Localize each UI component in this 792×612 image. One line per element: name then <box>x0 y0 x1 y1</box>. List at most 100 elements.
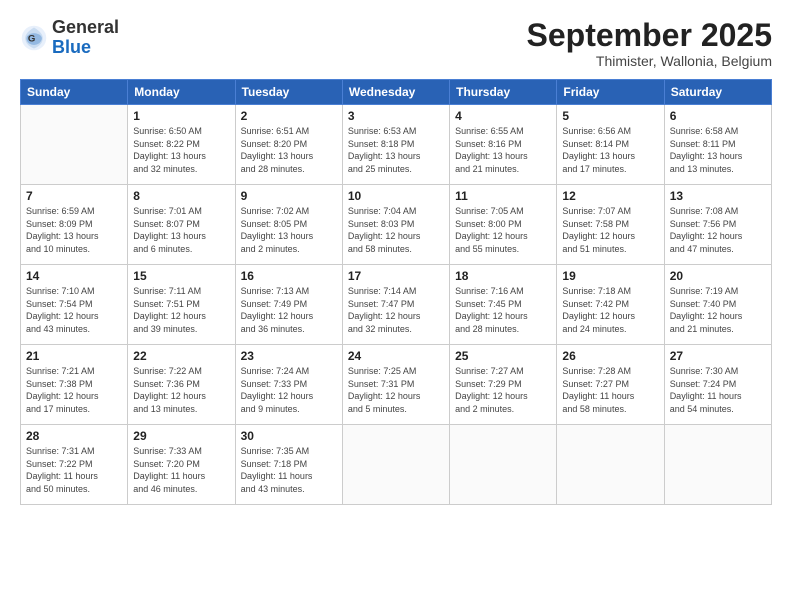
day-number: 3 <box>348 109 444 123</box>
calendar-cell: 23Sunrise: 7:24 AM Sunset: 7:33 PM Dayli… <box>235 345 342 425</box>
day-number: 17 <box>348 269 444 283</box>
calendar-cell <box>450 425 557 505</box>
day-info: Sunrise: 7:14 AM Sunset: 7:47 PM Dayligh… <box>348 285 444 335</box>
calendar-week-row: 14 Sunrise: 7:10 AM Sunset: 7:54 PM Dayli… <box>21 265 772 345</box>
calendar-cell <box>21 105 128 185</box>
calendar-cell: 24Sunrise: 7:25 AM Sunset: 7:31 PM Dayli… <box>342 345 449 425</box>
calendar-cell: 26Sunrise: 7:28 AM Sunset: 7:27 PM Dayli… <box>557 345 664 425</box>
day-info: Sunrise: 6:55 AM Sunset: 8:16 PM Dayligh… <box>455 125 551 175</box>
calendar-cell: 11 Sunrise: 7:05 AM Sunset: 8:00 PM Dayli… <box>450 185 557 265</box>
day-info: Sunrise: 7:27 AM Sunset: 7:29 PM Dayligh… <box>455 365 551 415</box>
calendar-cell: 3Sunrise: 6:53 AM Sunset: 8:18 PM Daylig… <box>342 105 449 185</box>
calendar-cell: 20 Sunrise: 7:19 AM Sunset: 7:40 PM Dayli… <box>664 265 771 345</box>
col-header-tuesday: Tuesday <box>235 80 342 105</box>
day-info: Sunrise: 7:04 AM Sunset: 8:03 PM Dayligh… <box>348 205 444 255</box>
day-number: 16 <box>241 269 337 283</box>
day-number: 18 <box>455 269 551 283</box>
calendar-cell: 1 Sunrise: 6:50 AM Sunset: 8:22 PM Daylig… <box>128 105 235 185</box>
page-header: G General Blue September 2025 Thimister,… <box>20 18 772 69</box>
calendar-cell: 10Sunrise: 7:04 AM Sunset: 8:03 PM Dayli… <box>342 185 449 265</box>
day-info: Sunrise: 7:30 AM Sunset: 7:24 PM Dayligh… <box>670 365 766 415</box>
calendar-cell <box>557 425 664 505</box>
calendar-cell: 30 Sunrise: 7:35 AM Sunset: 7:18 PM Dayli… <box>235 425 342 505</box>
calendar-cell: 5 Sunrise: 6:56 AM Sunset: 8:14 PM Daylig… <box>557 105 664 185</box>
calendar-cell: 13Sunrise: 7:08 AM Sunset: 7:56 PM Dayli… <box>664 185 771 265</box>
day-info: Sunrise: 7:01 AM Sunset: 8:07 PM Dayligh… <box>133 205 229 255</box>
day-number: 27 <box>670 349 766 363</box>
col-header-friday: Friday <box>557 80 664 105</box>
day-info: Sunrise: 6:50 AM Sunset: 8:22 PM Dayligh… <box>133 125 229 175</box>
day-info: Sunrise: 7:31 AM Sunset: 7:22 PM Dayligh… <box>26 445 122 495</box>
day-number: 6 <box>670 109 766 123</box>
calendar-cell: 4Sunrise: 6:55 AM Sunset: 8:16 PM Daylig… <box>450 105 557 185</box>
day-info: Sunrise: 7:02 AM Sunset: 8:05 PM Dayligh… <box>241 205 337 255</box>
calendar-cell: 29 Sunrise: 7:33 AM Sunset: 7:20 PM Dayli… <box>128 425 235 505</box>
day-number: 11 <box>455 189 551 203</box>
day-number: 20 <box>670 269 766 283</box>
day-number: 29 <box>133 429 229 443</box>
day-number: 15 <box>133 269 229 283</box>
title-block: September 2025 Thimister, Wallonia, Belg… <box>527 18 772 69</box>
day-number: 8 <box>133 189 229 203</box>
day-info: Sunrise: 7:24 AM Sunset: 7:33 PM Dayligh… <box>241 365 337 415</box>
calendar-cell: 9 Sunrise: 7:02 AM Sunset: 8:05 PM Daylig… <box>235 185 342 265</box>
calendar-cell: 16 Sunrise: 7:13 AM Sunset: 7:49 PM Dayli… <box>235 265 342 345</box>
day-info: Sunrise: 7:10 AM Sunset: 7:54 PM Dayligh… <box>26 285 122 335</box>
day-number: 25 <box>455 349 551 363</box>
day-info: Sunrise: 6:56 AM Sunset: 8:14 PM Dayligh… <box>562 125 658 175</box>
day-info: Sunrise: 7:05 AM Sunset: 8:00 PM Dayligh… <box>455 205 551 255</box>
day-number: 28 <box>26 429 122 443</box>
calendar-cell: 8 Sunrise: 7:01 AM Sunset: 8:07 PM Daylig… <box>128 185 235 265</box>
day-info: Sunrise: 7:33 AM Sunset: 7:20 PM Dayligh… <box>133 445 229 495</box>
day-number: 9 <box>241 189 337 203</box>
calendar-cell: 7Sunrise: 6:59 AM Sunset: 8:09 PM Daylig… <box>21 185 128 265</box>
calendar-cell: 21 Sunrise: 7:21 AM Sunset: 7:38 PM Dayli… <box>21 345 128 425</box>
calendar-cell: 19Sunrise: 7:18 AM Sunset: 7:42 PM Dayli… <box>557 265 664 345</box>
logo-icon: G <box>20 24 48 52</box>
month-title: September 2025 <box>527 18 772 53</box>
day-info: Sunrise: 6:58 AM Sunset: 8:11 PM Dayligh… <box>670 125 766 175</box>
calendar-cell: 15 Sunrise: 7:11 AM Sunset: 7:51 PM Dayli… <box>128 265 235 345</box>
day-number: 2 <box>241 109 337 123</box>
day-number: 21 <box>26 349 122 363</box>
day-info: Sunrise: 6:59 AM Sunset: 8:09 PM Dayligh… <box>26 205 122 255</box>
day-info: Sunrise: 6:51 AM Sunset: 8:20 PM Dayligh… <box>241 125 337 175</box>
svg-text:G: G <box>28 33 35 44</box>
day-number: 30 <box>241 429 337 443</box>
day-info: Sunrise: 7:08 AM Sunset: 7:56 PM Dayligh… <box>670 205 766 255</box>
calendar-cell: 28 Sunrise: 7:31 AM Sunset: 7:22 PM Dayli… <box>21 425 128 505</box>
day-number: 26 <box>562 349 658 363</box>
calendar-cell: 12Sunrise: 7:07 AM Sunset: 7:58 PM Dayli… <box>557 185 664 265</box>
day-info: Sunrise: 7:16 AM Sunset: 7:45 PM Dayligh… <box>455 285 551 335</box>
day-number: 14 <box>26 269 122 283</box>
col-header-saturday: Saturday <box>664 80 771 105</box>
day-number: 22 <box>133 349 229 363</box>
day-info: Sunrise: 7:22 AM Sunset: 7:36 PM Dayligh… <box>133 365 229 415</box>
calendar-cell <box>342 425 449 505</box>
logo-general-text: General <box>52 17 119 37</box>
col-header-wednesday: Wednesday <box>342 80 449 105</box>
calendar-week-row: 28 Sunrise: 7:31 AM Sunset: 7:22 PM Dayli… <box>21 425 772 505</box>
day-info: Sunrise: 7:13 AM Sunset: 7:49 PM Dayligh… <box>241 285 337 335</box>
day-info: Sunrise: 7:11 AM Sunset: 7:51 PM Dayligh… <box>133 285 229 335</box>
day-info: Sunrise: 7:07 AM Sunset: 7:58 PM Dayligh… <box>562 205 658 255</box>
calendar-cell: 18 Sunrise: 7:16 AM Sunset: 7:45 PM Dayli… <box>450 265 557 345</box>
col-header-thursday: Thursday <box>450 80 557 105</box>
calendar-cell: 6 Sunrise: 6:58 AM Sunset: 8:11 PM Daylig… <box>664 105 771 185</box>
calendar-week-row: 21 Sunrise: 7:21 AM Sunset: 7:38 PM Dayli… <box>21 345 772 425</box>
logo-blue-text: Blue <box>52 37 91 57</box>
calendar-cell: 14 Sunrise: 7:10 AM Sunset: 7:54 PM Dayli… <box>21 265 128 345</box>
calendar-week-row: 7Sunrise: 6:59 AM Sunset: 8:09 PM Daylig… <box>21 185 772 265</box>
day-number: 24 <box>348 349 444 363</box>
day-number: 5 <box>562 109 658 123</box>
day-info: Sunrise: 7:21 AM Sunset: 7:38 PM Dayligh… <box>26 365 122 415</box>
day-info: Sunrise: 7:35 AM Sunset: 7:18 PM Dayligh… <box>241 445 337 495</box>
day-number: 1 <box>133 109 229 123</box>
calendar-cell: 22 Sunrise: 7:22 AM Sunset: 7:36 PM Dayli… <box>128 345 235 425</box>
calendar-week-row: 1 Sunrise: 6:50 AM Sunset: 8:22 PM Daylig… <box>21 105 772 185</box>
day-number: 19 <box>562 269 658 283</box>
calendar-table: SundayMondayTuesdayWednesdayThursdayFrid… <box>20 79 772 505</box>
calendar-cell: 17 Sunrise: 7:14 AM Sunset: 7:47 PM Dayli… <box>342 265 449 345</box>
day-info: Sunrise: 7:19 AM Sunset: 7:40 PM Dayligh… <box>670 285 766 335</box>
calendar-header-row: SundayMondayTuesdayWednesdayThursdayFrid… <box>21 80 772 105</box>
